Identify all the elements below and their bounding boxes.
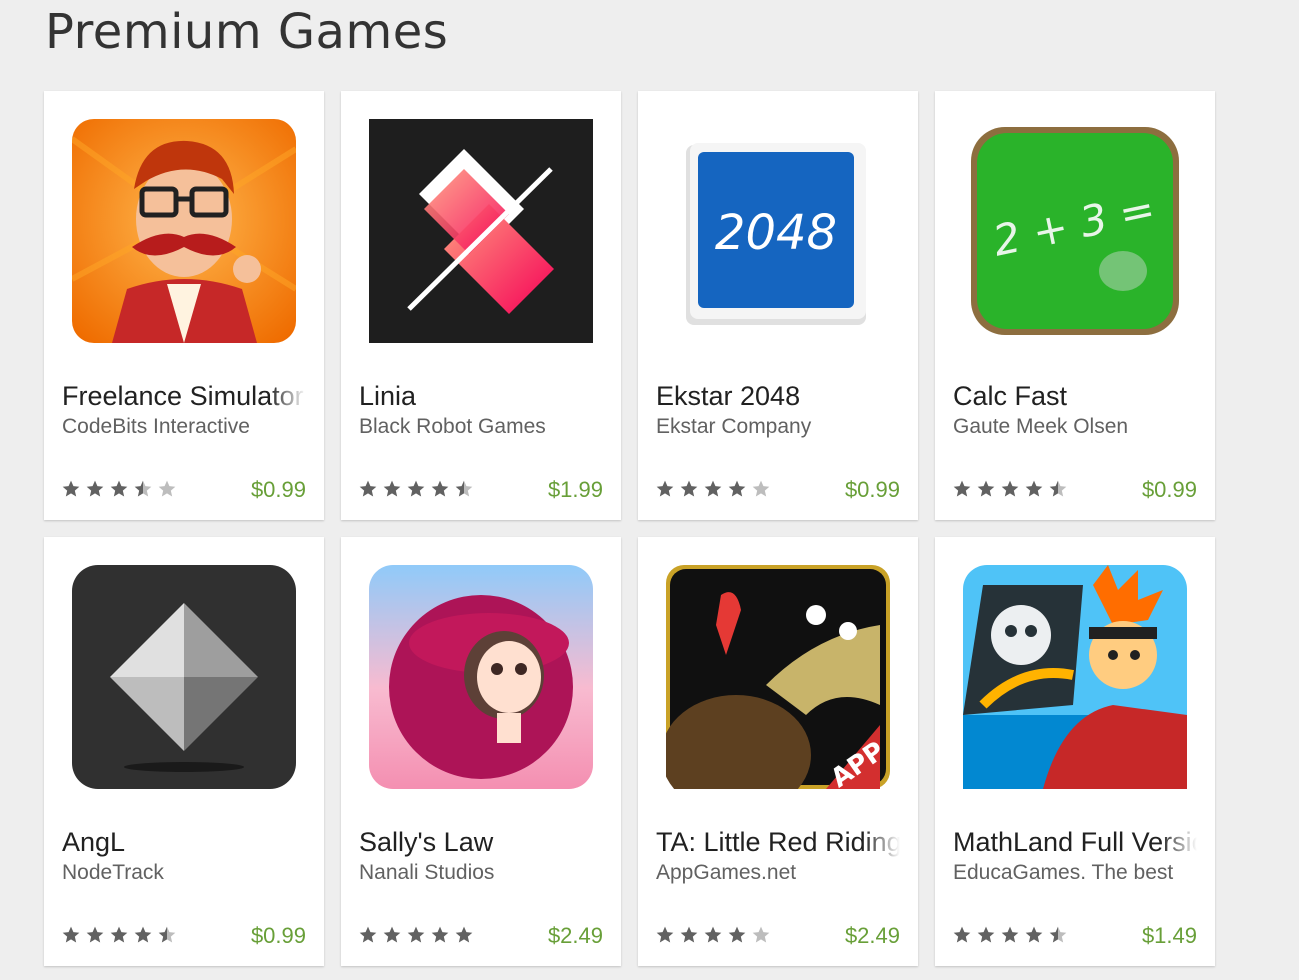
star-icon [1001, 480, 1019, 497]
game-title[interactable]: Calc Fast [953, 381, 1197, 412]
price-button[interactable]: $2.49 [845, 923, 900, 949]
game-developer[interactable]: EducaGames. The best [953, 861, 1197, 885]
price-button[interactable]: $2.49 [548, 923, 603, 949]
star-icon [977, 480, 995, 497]
ekstar-2048-icon[interactable]: 2048 [666, 119, 890, 343]
star-icon [953, 480, 971, 497]
game-developer[interactable]: NodeTrack [62, 861, 306, 885]
star-icon [752, 926, 770, 943]
game-developer[interactable]: Ekstar Company [656, 415, 900, 439]
star-rating [655, 479, 771, 499]
price-button[interactable]: $1.49 [1142, 923, 1197, 949]
game-card[interactable]: Sally's Law Nanali Studios $2.49 [341, 537, 621, 966]
star-icon [1025, 480, 1043, 497]
star-icon [383, 480, 401, 497]
section-title: Premium Games [45, 4, 449, 60]
star-icon [62, 926, 80, 943]
game-card[interactable]: AngL NodeTrack $0.99 [44, 537, 324, 966]
star-icon [455, 926, 473, 943]
star-icon [977, 926, 995, 943]
game-card[interactable]: APP TA: Little Red Riding Hood AppGames.… [638, 537, 918, 966]
game-developer[interactable]: CodeBits Interactive [62, 415, 306, 439]
star-icon [407, 926, 425, 943]
star-icon [86, 480, 104, 497]
star-icon [953, 926, 971, 943]
star-icon [656, 480, 674, 497]
mathland-icon[interactable] [963, 565, 1187, 789]
angl-icon[interactable] [72, 565, 296, 789]
star-icon [158, 480, 176, 497]
star-icon [134, 480, 152, 497]
star-rating [358, 479, 474, 499]
star-icon [728, 926, 746, 943]
star-icon [1025, 926, 1043, 943]
game-developer[interactable]: Nanali Studios [359, 861, 603, 885]
star-icon [1001, 926, 1019, 943]
game-developer[interactable]: AppGames.net [656, 861, 900, 885]
game-title[interactable]: Ekstar 2048 [656, 381, 900, 412]
star-icon [680, 926, 698, 943]
game-card[interactable]: 2048 Ekstar 2048 Ekstar Company $0.99 [638, 91, 918, 520]
star-icon [656, 926, 674, 943]
star-icon [158, 926, 176, 943]
star-icon [704, 926, 722, 943]
little-red-riding-hood-icon[interactable]: APP [666, 565, 890, 789]
games-grid: Freelance Simulator CodeBits Interactive… [44, 91, 1215, 966]
game-title[interactable]: Freelance Simulator [62, 381, 306, 412]
star-rating [61, 925, 177, 945]
game-title[interactable]: MathLand Full Version [953, 827, 1197, 858]
star-icon [431, 480, 449, 497]
star-icon [704, 480, 722, 497]
price-button[interactable]: $1.99 [548, 477, 603, 503]
star-icon [86, 926, 104, 943]
star-icon [752, 480, 770, 497]
star-icon [407, 480, 425, 497]
freelance-simulator-icon[interactable] [72, 119, 296, 343]
star-icon [455, 480, 473, 497]
star-icon [134, 926, 152, 943]
game-card[interactable]: Freelance Simulator CodeBits Interactive… [44, 91, 324, 520]
star-icon [431, 926, 449, 943]
game-card[interactable]: 2 + 3 = Calc Fast Gaute Meek Olsen $0.99 [935, 91, 1215, 520]
price-button[interactable]: $0.99 [251, 923, 306, 949]
star-icon [110, 480, 128, 497]
star-icon [1049, 480, 1067, 497]
star-rating [61, 479, 177, 499]
star-icon [110, 926, 128, 943]
star-rating [952, 925, 1068, 945]
game-title[interactable]: Linia [359, 381, 603, 412]
game-developer[interactable]: Gaute Meek Olsen [953, 415, 1197, 439]
game-card[interactable]: Linia Black Robot Games $1.99 [341, 91, 621, 520]
sallys-law-icon[interactable] [369, 565, 593, 789]
game-title[interactable]: AngL [62, 827, 306, 858]
star-icon [1049, 926, 1067, 943]
star-icon [680, 480, 698, 497]
star-rating [655, 925, 771, 945]
star-icon [359, 926, 377, 943]
game-title[interactable]: Sally's Law [359, 827, 603, 858]
game-developer[interactable]: Black Robot Games [359, 415, 603, 439]
game-title[interactable]: TA: Little Red Riding Hood [656, 827, 900, 858]
icon-label: 2048 [715, 205, 837, 261]
game-card[interactable]: MathLand Full Version EducaGames. The be… [935, 537, 1215, 966]
calc-fast-icon[interactable]: 2 + 3 = [963, 119, 1187, 343]
star-rating [952, 479, 1068, 499]
star-rating [358, 925, 474, 945]
price-button[interactable]: $0.99 [845, 477, 900, 503]
star-icon [62, 480, 80, 497]
price-button[interactable]: $0.99 [1142, 477, 1197, 503]
star-icon [359, 480, 377, 497]
linia-icon[interactable] [369, 119, 593, 343]
star-icon [728, 480, 746, 497]
star-icon [383, 926, 401, 943]
price-button[interactable]: $0.99 [251, 477, 306, 503]
